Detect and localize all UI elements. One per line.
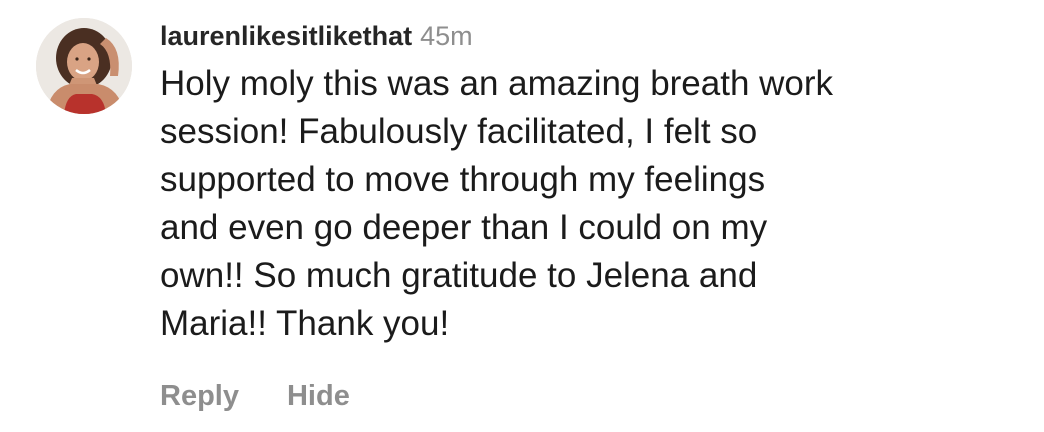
comment-text-line: supported to move through my feelings: [160, 160, 766, 199]
comment-text-line: own!! So much gratitude to Jelena and: [160, 256, 758, 295]
comment-text: Holy moly this was an amazing breath wor…: [160, 60, 1020, 348]
profile-photo: [36, 18, 132, 114]
comment: laurenlikesitlikethat 45m Holy moly this …: [0, 0, 1044, 432]
comment-text-line: and even go deeper than I could on my: [160, 208, 768, 247]
comment-text-line: Maria!! Thank you!: [160, 304, 450, 343]
comment-text-line: session! Fabulously facilitated, I felt …: [160, 112, 758, 151]
comment-meta: laurenlikesitlikethat 45m: [160, 14, 1020, 58]
comment-body: laurenlikesitlikethat 45m Holy moly this …: [160, 14, 1020, 348]
comment-actions: Reply Hide: [160, 380, 350, 413]
timestamp: 45m: [420, 21, 473, 51]
username-link[interactable]: laurenlikesitlikethat: [160, 21, 412, 51]
hide-button[interactable]: Hide: [287, 380, 350, 412]
reply-button[interactable]: Reply: [160, 380, 239, 412]
comment-text-line: Holy moly this was an amazing breath wor…: [160, 64, 834, 103]
avatar[interactable]: [36, 18, 132, 114]
